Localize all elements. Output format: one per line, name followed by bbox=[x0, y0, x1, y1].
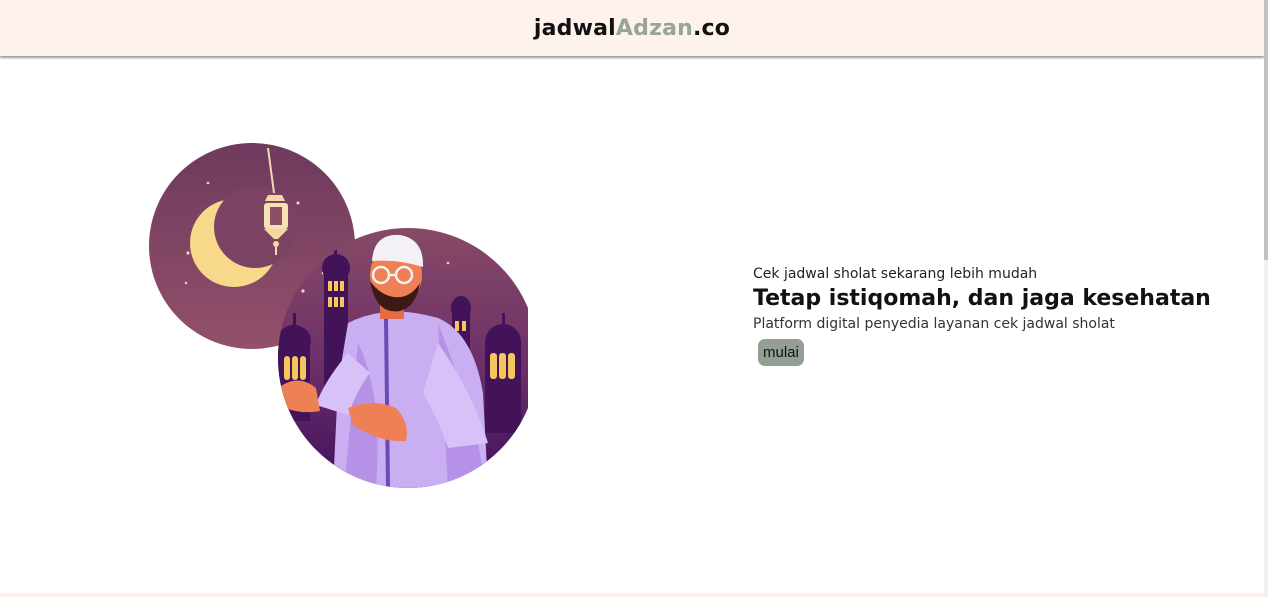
hero-subtitle: Platform digital penyedia layanan cek ja… bbox=[753, 316, 1115, 332]
start-button[interactable]: mulai bbox=[758, 339, 804, 366]
scrollbar-thumb[interactable] bbox=[1264, 0, 1268, 260]
hero-headline: Tetap istiqomah, dan jaga kesehatan bbox=[753, 286, 1211, 311]
ramadan-prayer-illustration bbox=[148, 143, 538, 488]
logo-part-adzan: Adzan bbox=[615, 15, 693, 41]
page-scrollbar[interactable] bbox=[1264, 0, 1268, 597]
hero-tagline: Cek jadwal sholat sekarang lebih mudah bbox=[753, 266, 1038, 282]
hero-section: Cek jadwal sholat sekarang lebih mudah T… bbox=[753, 265, 1233, 366]
footer-strip bbox=[0, 593, 1264, 597]
logo-part-co: .co bbox=[693, 15, 731, 41]
site-logo[interactable]: jadwalAdzan.co bbox=[534, 16, 730, 41]
logo-part-jadwal: jadwal bbox=[533, 15, 616, 41]
site-header: jadwalAdzan.co bbox=[0, 0, 1264, 56]
